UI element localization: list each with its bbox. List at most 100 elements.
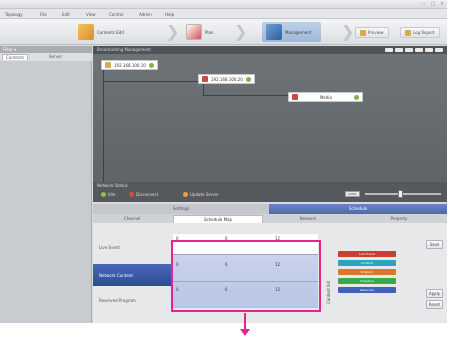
grid-marker: 6 bbox=[225, 287, 228, 292]
node-label: Media bbox=[319, 94, 332, 100]
menu-control[interactable]: Control bbox=[109, 12, 123, 17]
step-management[interactable]: Management bbox=[262, 22, 322, 42]
tab-contents[interactable]: Contents bbox=[2, 54, 28, 60]
menu-admin[interactable]: Admin bbox=[139, 12, 152, 17]
tree-connector bbox=[103, 68, 203, 82]
zoom-slider[interactable] bbox=[365, 193, 441, 195]
arrow-down-icon bbox=[240, 329, 250, 336]
grid-marker: 0 bbox=[176, 236, 179, 241]
step-plan-label: Plan bbox=[205, 29, 214, 35]
menu-view[interactable]: View bbox=[86, 12, 96, 17]
canvas-toolbar bbox=[385, 48, 443, 52]
save-button[interactable]: Save bbox=[426, 240, 443, 249]
grid-icon[interactable] bbox=[415, 48, 423, 52]
zoom-out-icon[interactable] bbox=[395, 48, 403, 52]
status-ok-icon bbox=[353, 94, 359, 100]
grid-marker: 12 bbox=[275, 287, 281, 292]
status-ok-icon bbox=[148, 62, 154, 68]
settings-header[interactable]: Settings bbox=[93, 204, 269, 214]
content-list-label: Content list bbox=[326, 280, 331, 304]
tab-channel[interactable]: Channel bbox=[97, 215, 167, 223]
workflow-toolbar: Contents Edit ❯ Plan ❯ Management ❯ Prev… bbox=[0, 19, 447, 45]
grid-marker: 6 bbox=[225, 262, 228, 267]
legend-disconnect: Disconnect bbox=[129, 192, 158, 197]
title-bar: – □ × bbox=[0, 0, 447, 9]
menu-file[interactable]: File bbox=[40, 12, 47, 17]
legend-update-server: Update Server bbox=[183, 192, 219, 197]
legend-label: Idle bbox=[108, 192, 116, 197]
chevron-right-icon: ❯ bbox=[166, 22, 180, 41]
grid-marker: 6 bbox=[225, 236, 228, 241]
tab-network[interactable]: Network bbox=[268, 215, 348, 223]
schedule-subtabs: Channel Schedule Map Network Property bbox=[93, 214, 447, 223]
left-panel: Filter ▾ Contents Server bbox=[0, 46, 92, 323]
minimize-icon[interactable]: – bbox=[420, 1, 428, 7]
legend-label: Disconnect bbox=[136, 192, 159, 197]
status-ok-icon bbox=[245, 76, 251, 82]
tab-preview[interactable]: Preview bbox=[355, 27, 389, 38]
legend-bar: Content bbox=[338, 260, 396, 266]
log-report-icon bbox=[405, 29, 411, 36]
topology-canvas[interactable]: Broadcasting Management 192.168.100.10 1… bbox=[93, 46, 447, 202]
menu-topology[interactable]: Topology bbox=[5, 12, 23, 17]
left-panel-tabs: Contents Server bbox=[0, 53, 92, 61]
step-plan[interactable]: Plan bbox=[186, 22, 214, 42]
grid-marker: 12 bbox=[275, 236, 281, 241]
topology-node[interactable]: 192.168.100.20 bbox=[198, 74, 255, 84]
fit-icon[interactable] bbox=[405, 48, 413, 52]
server-icon bbox=[202, 76, 208, 82]
management-icon bbox=[266, 24, 282, 40]
status-dot-icon bbox=[101, 192, 106, 197]
app-window: – □ × Topology File Edit View Control Ad… bbox=[0, 0, 447, 323]
row-live-event[interactable]: Live Event bbox=[93, 236, 171, 258]
grid-row bbox=[173, 234, 318, 254]
topology-node[interactable]: 192.168.100.10 bbox=[101, 60, 158, 70]
step-contents-edit-label: Contents Edit bbox=[97, 29, 125, 35]
menu-help[interactable]: Help bbox=[165, 12, 174, 17]
zoom-select[interactable]: 100% bbox=[345, 191, 360, 197]
schedule-header[interactable]: Schedule bbox=[269, 204, 447, 214]
refresh-icon[interactable] bbox=[425, 48, 433, 52]
close-icon[interactable]: × bbox=[438, 1, 446, 7]
zoom-in-icon[interactable] bbox=[385, 48, 393, 52]
step-contents-edit[interactable]: Contents Edit bbox=[78, 22, 124, 42]
maximize-icon[interactable]: □ bbox=[429, 1, 437, 7]
tab-server[interactable]: Server bbox=[46, 54, 65, 60]
server-icon bbox=[105, 62, 111, 68]
grid-marker: 12 bbox=[275, 262, 281, 267]
row-network-content[interactable]: Network Content bbox=[93, 264, 171, 286]
network-status-label: Network Status bbox=[97, 183, 128, 188]
media-player-icon bbox=[292, 94, 298, 100]
zoom-slider-thumb[interactable] bbox=[398, 190, 403, 198]
status-dot-icon bbox=[129, 192, 134, 197]
tab-property[interactable]: Property bbox=[355, 215, 443, 223]
status-dot-icon bbox=[183, 192, 188, 197]
legend-bar: Schedule bbox=[338, 278, 396, 284]
apply-button[interactable]: Apply bbox=[426, 289, 443, 298]
grid-line bbox=[173, 254, 318, 255]
grid-line bbox=[173, 281, 318, 282]
legend-idle: Idle bbox=[101, 192, 115, 197]
topology-node[interactable]: Media bbox=[288, 92, 363, 102]
tab-schedule-map[interactable]: Schedule Map bbox=[173, 215, 263, 223]
grid-marker: 0 bbox=[176, 287, 179, 292]
row-reserved-program[interactable]: Reserved Program bbox=[93, 289, 171, 311]
step-management-label: Management bbox=[285, 29, 312, 35]
schedule-grid[interactable]: 0 6 12 0 6 12 0 6 12 bbox=[173, 234, 318, 308]
tab-preview-label: Preview bbox=[368, 29, 384, 35]
legend-bar: Reserved bbox=[338, 287, 396, 293]
menu-edit[interactable]: Edit bbox=[62, 12, 70, 17]
chevron-right-icon: ❯ bbox=[234, 22, 248, 41]
preview-icon bbox=[360, 29, 366, 36]
legend-bar: Program bbox=[338, 269, 396, 275]
menu-bar: Topology File Edit View Control Admin He… bbox=[0, 9, 447, 19]
node-label: 192.168.100.20 bbox=[211, 76, 243, 82]
settings-icon[interactable] bbox=[435, 48, 443, 52]
node-label: 192.168.100.10 bbox=[114, 62, 146, 68]
tree-connector bbox=[103, 68, 104, 188]
canvas-footer: Network Status Idle Disconnect Update Se… bbox=[93, 182, 447, 202]
tab-log-report[interactable]: Log Report bbox=[400, 27, 440, 38]
reset-button[interactable]: Reset bbox=[426, 300, 443, 309]
grid-marker: 0 bbox=[176, 262, 179, 267]
left-panel-header[interactable]: Filter ▾ bbox=[0, 46, 92, 53]
